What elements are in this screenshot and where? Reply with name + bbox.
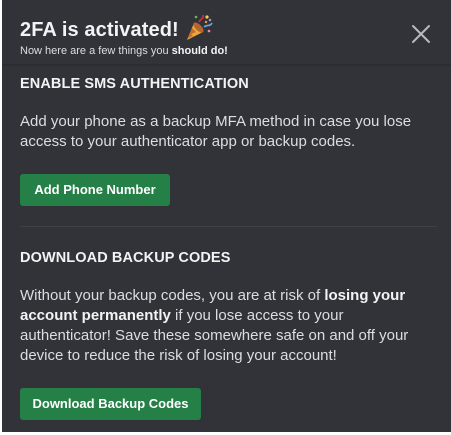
backup-codes-section-title: DOWNLOAD BACKUP CODES bbox=[20, 250, 231, 266]
subtitle-text: Now here are a few things you bbox=[20, 45, 172, 57]
section-divider bbox=[20, 226, 437, 227]
modal-title: 2FA is activated! bbox=[20, 18, 179, 41]
modal-subtitle: Now here are a few things you should do! bbox=[20, 44, 403, 58]
header-divider bbox=[2, 64, 451, 66]
close-icon[interactable] bbox=[409, 22, 433, 46]
title-row: 2FA is activated! bbox=[20, 13, 403, 44]
party-popper-icon bbox=[183, 13, 213, 43]
backup-codes-section: DOWNLOAD BACKUP CODES Without your backu… bbox=[20, 250, 437, 366]
sms-section-description: Add your phone as a backup MFA method in… bbox=[20, 113, 412, 150]
sms-section-title: ENABLE SMS AUTHENTICATION bbox=[20, 76, 249, 92]
backup-codes-section-description: Without your backup codes, you are at ri… bbox=[20, 286, 437, 366]
add-phone-number-button[interactable]: Add Phone Number bbox=[20, 174, 170, 206]
modal-header: 2FA is activated! Now here are a few thi… bbox=[20, 13, 403, 58]
download-backup-codes-button[interactable]: Download Backup Codes bbox=[20, 388, 201, 420]
backup-description-start: Without your backup codes, you are at ri… bbox=[20, 287, 325, 304]
two-factor-activated-modal: 2FA is activated! Now here are a few thi… bbox=[2, 0, 451, 432]
subtitle-emphasis: should do! bbox=[171, 45, 228, 57]
sms-section: ENABLE SMS AUTHENTICATION Add your phone… bbox=[20, 76, 437, 152]
